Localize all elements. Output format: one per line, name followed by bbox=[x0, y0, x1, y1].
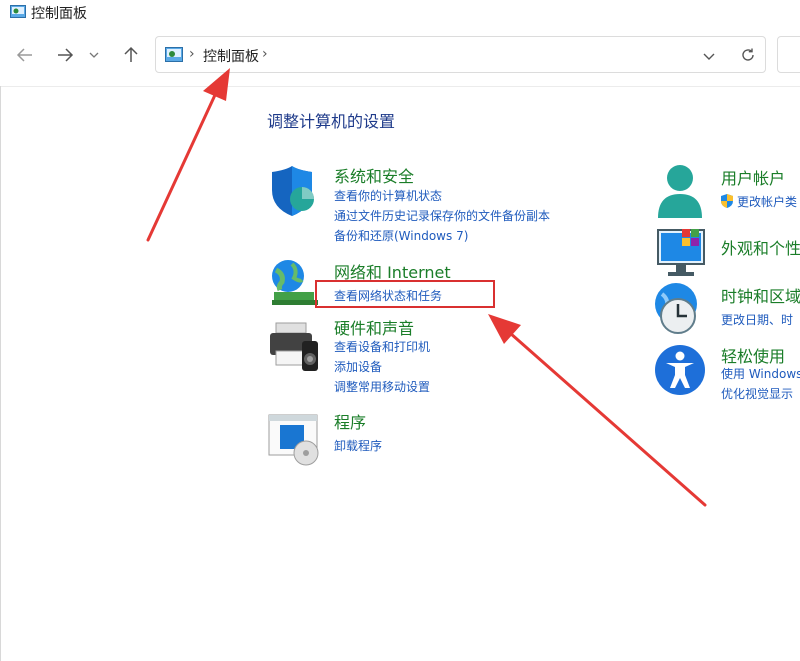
category-system-security: 系统和安全 查看你的计算机状态 通过文件历史记录保存你的文件备份副本 备份和还原… bbox=[268, 166, 588, 246]
category-title-clock-region[interactable]: 时钟和区域 bbox=[721, 283, 800, 307]
back-button[interactable] bbox=[14, 44, 36, 66]
category-user-accounts: 用户帐户 更改帐户类 bbox=[656, 164, 800, 224]
link-change-account-type[interactable]: 更改帐户类 bbox=[737, 193, 797, 210]
clock-globe-icon bbox=[655, 283, 697, 334]
link-change-date-time[interactable]: 更改日期、时 bbox=[721, 311, 793, 328]
search-input[interactable] bbox=[777, 36, 800, 73]
title-bar: 控制面板 bbox=[0, 0, 800, 24]
category-title-programs[interactable]: 程序 bbox=[334, 409, 366, 433]
page-heading: 调整计算机的设置 bbox=[267, 112, 396, 131]
control-panel-icon bbox=[10, 5, 26, 18]
window-title: 控制面板 bbox=[31, 6, 87, 22]
link-add-device[interactable]: 添加设备 bbox=[334, 358, 382, 375]
category-hardware-sound: 硬件和声音 查看设备和打印机 添加设备 调整常用移动设置 bbox=[268, 319, 508, 401]
category-title-ease-of-access[interactable]: 轻松使用 bbox=[721, 343, 785, 367]
printer-icon bbox=[270, 322, 318, 371]
link-backup-restore[interactable]: 备份和还原(Windows 7) bbox=[334, 227, 468, 244]
breadcrumb-separator[interactable]: › bbox=[262, 46, 268, 62]
accessibility-icon bbox=[655, 345, 705, 395]
navigation-bar: › 控制面板 › bbox=[0, 24, 800, 87]
monitor-tiles-icon bbox=[657, 229, 705, 276]
category-clock-region: 时钟和区域 更改日期、时 bbox=[654, 282, 800, 342]
refresh-icon bbox=[742, 48, 754, 61]
user-icon bbox=[658, 165, 702, 218]
recent-locations-button[interactable] bbox=[87, 44, 101, 66]
network-globe-icon bbox=[272, 260, 318, 305]
link-mobility-settings[interactable]: 调整常用移动设置 bbox=[334, 378, 430, 395]
uac-shield-icon bbox=[721, 194, 733, 208]
up-arrow-icon bbox=[124, 46, 138, 62]
link-file-history-backup[interactable]: 通过文件历史记录保存你的文件备份副本 bbox=[334, 207, 550, 224]
main-content: 调整计算机的设置 系统和安全 查看你的计算机状态 通过文件历史记录保存你的文件备… bbox=[0, 86, 800, 661]
address-bar[interactable]: › 控制面板 › bbox=[155, 36, 766, 73]
programs-icon bbox=[268, 414, 319, 466]
breadcrumb-control-panel[interactable]: 控制面板 bbox=[203, 46, 259, 66]
control-panel-icon bbox=[165, 47, 183, 62]
forward-button[interactable] bbox=[54, 44, 76, 66]
annotation-highlight-box bbox=[315, 280, 495, 308]
link-devices-printers[interactable]: 查看设备和打印机 bbox=[334, 338, 430, 355]
address-dropdown-button[interactable] bbox=[702, 48, 716, 67]
back-arrow-icon bbox=[16, 48, 32, 62]
category-title-hardware-sound[interactable]: 硬件和声音 bbox=[334, 315, 414, 339]
shield-icon bbox=[272, 166, 314, 216]
category-title-system-security[interactable]: 系统和安全 bbox=[334, 163, 414, 187]
refresh-button[interactable] bbox=[740, 47, 756, 67]
link-optimize-visual-display[interactable]: 优化视觉显示 bbox=[721, 385, 793, 402]
category-appearance: 外观和个性 bbox=[656, 226, 800, 278]
forward-arrow-icon bbox=[58, 48, 74, 62]
chevron-down-icon bbox=[89, 52, 99, 58]
breadcrumb-separator: › bbox=[189, 46, 195, 62]
up-button[interactable] bbox=[120, 44, 142, 66]
category-programs: 程序 卸载程序 bbox=[268, 413, 508, 466]
category-ease-of-access: 轻松使用 使用 Windows 优化视觉显示 bbox=[654, 344, 800, 414]
category-title-user-accounts[interactable]: 用户帐户 bbox=[721, 165, 785, 189]
link-let-windows-suggest[interactable]: 使用 Windows bbox=[721, 365, 800, 382]
link-view-computer-status[interactable]: 查看你的计算机状态 bbox=[334, 187, 442, 204]
link-uninstall-program[interactable]: 卸载程序 bbox=[334, 437, 382, 454]
category-title-appearance[interactable]: 外观和个性 bbox=[721, 235, 800, 259]
chevron-down-icon bbox=[703, 53, 715, 60]
